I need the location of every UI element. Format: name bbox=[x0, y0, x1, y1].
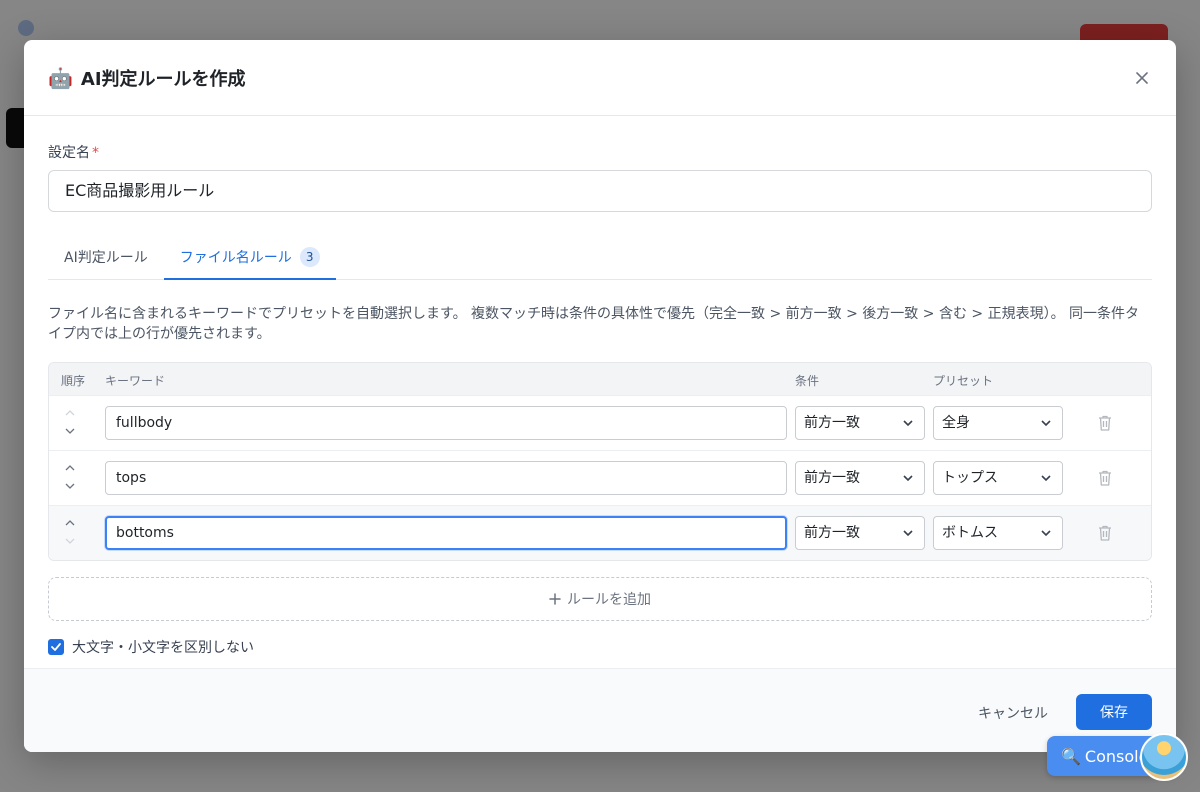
preset-select[interactable]: ボトムス bbox=[933, 516, 1063, 550]
cancel-button[interactable]: キャンセル bbox=[962, 695, 1064, 731]
preset-value: トップス bbox=[942, 470, 998, 486]
tab-filename-rules[interactable]: ファイル名ルール 3 bbox=[163, 235, 336, 280]
chevron-down-icon bbox=[1041, 530, 1051, 537]
preset-select[interactable]: トップス bbox=[933, 461, 1063, 495]
header-preset: プリセット bbox=[933, 374, 994, 388]
condition-value: 前方一致 bbox=[804, 415, 860, 431]
condition-value: 前方一致 bbox=[804, 470, 860, 486]
order-controls bbox=[61, 514, 79, 554]
check-icon bbox=[51, 643, 61, 651]
tab-filename-rules-label: ファイル名ルール bbox=[179, 250, 292, 266]
move-up-button[interactable] bbox=[61, 514, 79, 532]
modal-body: 設定名 * EC商品撮影用ルール AI判定ルール ファイル名ルール 3 ファイル名… bbox=[24, 116, 1176, 657]
chevron-down-icon bbox=[1041, 475, 1051, 482]
console-label: Console bbox=[1084, 746, 1149, 766]
chevron-down-icon bbox=[1041, 420, 1051, 427]
trash-icon[interactable] bbox=[1097, 524, 1113, 542]
modal-header: 🤖 AI判定ルールを作成 bbox=[24, 40, 1176, 116]
name-field-label: 設定名 * bbox=[48, 142, 1152, 161]
tab-bar: AI判定ルール ファイル名ルール 3 bbox=[48, 236, 1152, 280]
modal-footer: キャンセル 保存 bbox=[24, 668, 1176, 752]
save-button[interactable]: 保存 bbox=[1076, 694, 1152, 730]
chevron-down-icon bbox=[65, 428, 75, 434]
move-up-button[interactable] bbox=[61, 404, 79, 422]
chevron-up-icon bbox=[65, 410, 75, 416]
order-controls bbox=[61, 459, 79, 499]
condition-select[interactable]: 前方一致 bbox=[795, 406, 925, 440]
keyword-input[interactable]: tops bbox=[105, 461, 787, 495]
add-rule-label: ルールを追加 bbox=[567, 592, 651, 608]
chevron-down-icon bbox=[65, 483, 75, 489]
rule-count-badge: 3 bbox=[299, 247, 320, 267]
avatar[interactable] bbox=[1140, 733, 1188, 781]
case-insensitive-label[interactable]: 大文字・小文字を区別しない bbox=[72, 637, 254, 657]
trash-icon[interactable] bbox=[1097, 469, 1113, 487]
case-insensitive-checkbox[interactable] bbox=[48, 639, 64, 655]
modal-title: AI判定ルールを作成 bbox=[80, 68, 246, 90]
condition-select[interactable]: 前方一致 bbox=[795, 461, 925, 495]
filename-rules-description: ファイル名に含まれるキーワードでプリセットを自動選択します。 複数マッチ時は条件… bbox=[48, 306, 1140, 342]
tab-ai-rules[interactable]: AI判定ルール bbox=[48, 235, 164, 279]
robot-icon: 🤖 bbox=[48, 65, 73, 90]
chevron-down-icon bbox=[65, 538, 75, 544]
preset-value: 全身 bbox=[942, 415, 970, 431]
keyword-input[interactable]: fullbody bbox=[105, 406, 787, 440]
required-mark: * bbox=[92, 145, 99, 161]
rules-table-header: 順序 キーワード 条件 プリセット bbox=[49, 363, 1151, 395]
case-insensitive-option: 大文字・小文字を区別しない bbox=[48, 637, 1152, 657]
order-controls bbox=[61, 404, 79, 444]
rules-table: 順序 キーワード 条件 プリセット fullbody 前方一致 全身 tops … bbox=[48, 362, 1152, 561]
chevron-down-icon bbox=[903, 530, 913, 537]
move-down-button[interactable] bbox=[61, 477, 79, 495]
tab-ai-rules-label: AI判定ルール bbox=[64, 250, 148, 266]
table-row: tops 前方一致 トップス bbox=[49, 450, 1151, 505]
name-label-text: 設定名 bbox=[48, 145, 90, 161]
chevron-up-icon bbox=[65, 465, 75, 471]
preset-value: ボトムス bbox=[942, 525, 998, 541]
table-row: bottoms 前方一致 ボトムス bbox=[49, 505, 1151, 560]
close-icon bbox=[1136, 72, 1148, 84]
condition-select[interactable]: 前方一致 bbox=[795, 516, 925, 550]
chevron-down-icon bbox=[903, 420, 913, 427]
keyword-input[interactable]: bottoms bbox=[105, 516, 787, 550]
trash-icon[interactable] bbox=[1097, 414, 1113, 432]
setting-name-input[interactable]: EC商品撮影用ルール bbox=[48, 170, 1152, 212]
move-up-button[interactable] bbox=[61, 459, 79, 477]
header-keyword: キーワード bbox=[105, 374, 166, 388]
preset-select[interactable]: 全身 bbox=[933, 406, 1063, 440]
header-condition: 条件 bbox=[795, 374, 820, 388]
chevron-down-icon bbox=[903, 475, 913, 482]
chevron-up-icon bbox=[65, 520, 75, 526]
add-rule-button[interactable]: ルールを追加 bbox=[48, 577, 1152, 621]
move-down-button[interactable] bbox=[61, 422, 79, 440]
condition-value: 前方一致 bbox=[804, 525, 860, 541]
header-order: 順序 bbox=[61, 374, 86, 388]
create-rule-modal: 🤖 AI判定ルールを作成 設定名 * EC商品撮影用ルール AI判定ルール ファイ… bbox=[24, 40, 1176, 752]
magnifier-icon: 🔍 bbox=[1061, 746, 1081, 766]
close-button[interactable] bbox=[1130, 66, 1154, 90]
plus-icon bbox=[549, 593, 561, 605]
table-row: fullbody 前方一致 全身 bbox=[49, 395, 1151, 450]
move-down-button[interactable] bbox=[61, 532, 79, 550]
